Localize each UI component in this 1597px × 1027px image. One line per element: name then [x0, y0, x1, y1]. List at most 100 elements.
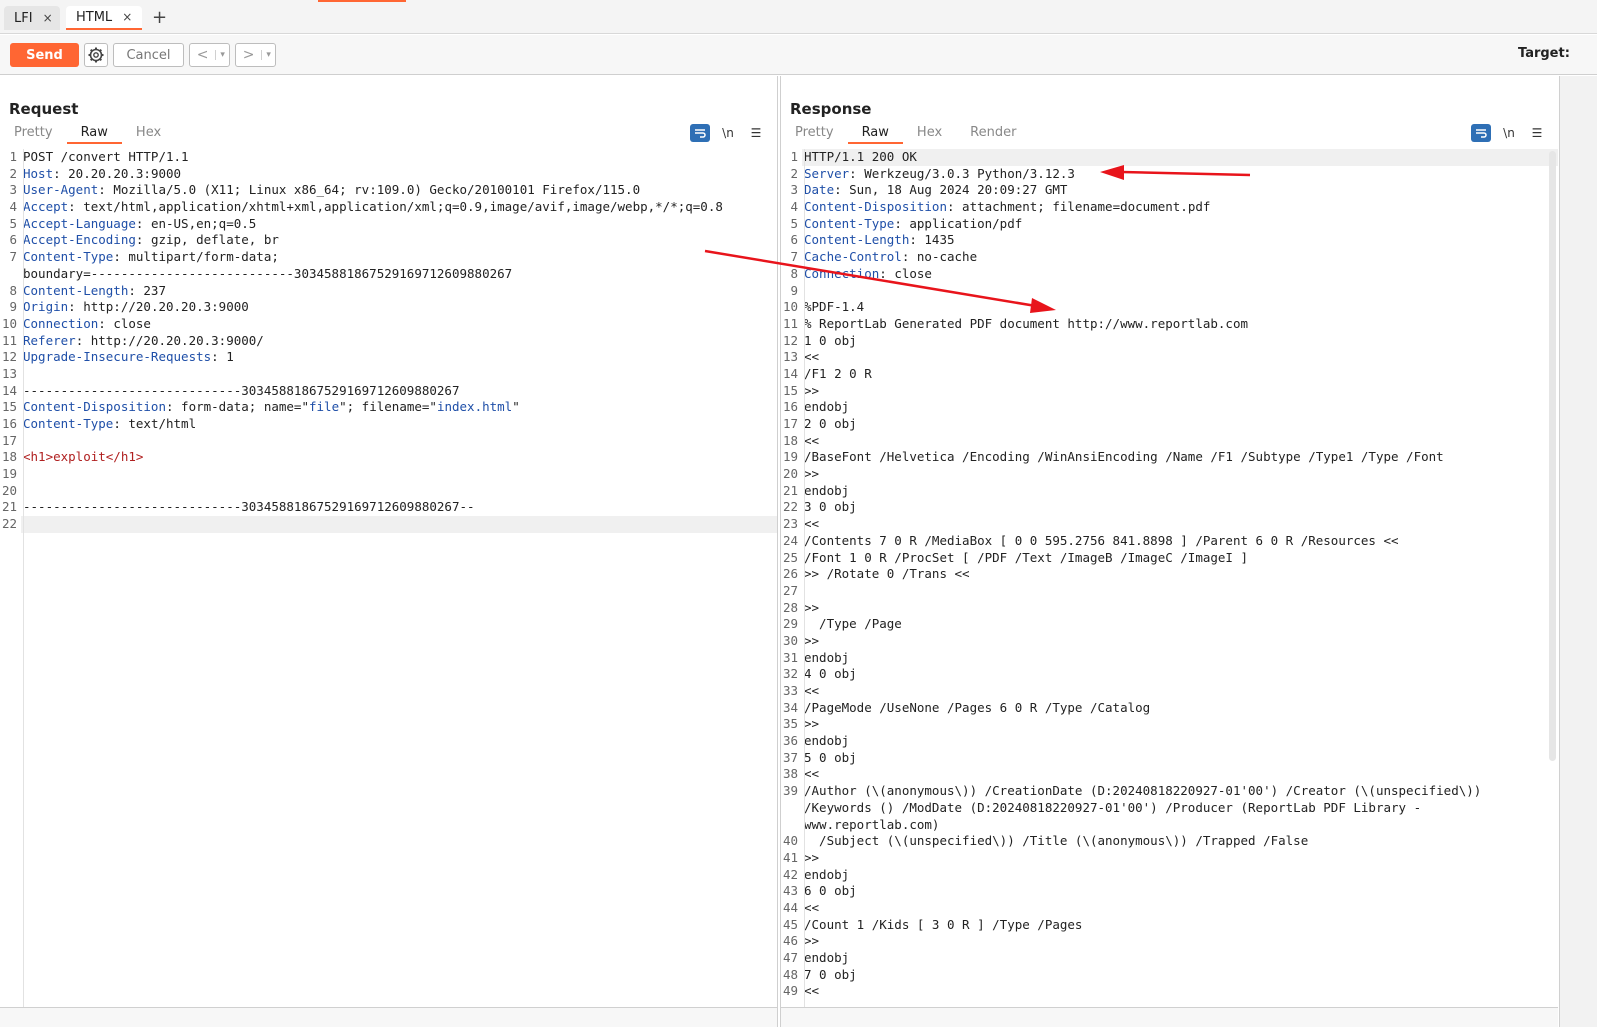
tab-hex[interactable]: Hex [903, 124, 956, 144]
code-line[interactable]: 1 POST /convert HTTP/1.1 [0, 149, 777, 166]
code-line[interactable]: 27 [781, 583, 1558, 600]
code-line[interactable]: 22 [0, 516, 777, 533]
code-line[interactable]: 13 [0, 366, 777, 383]
code-line[interactable]: www.reportlab.com) [781, 817, 1558, 834]
code-line[interactable]: 49 << [781, 983, 1558, 1000]
code-line[interactable]: 3 User-Agent: Mozilla/5.0 (X11; Linux x86… [0, 182, 777, 199]
code-line[interactable]: 1 HTTP/1.1 200 OK [781, 149, 1558, 166]
tab-raw[interactable]: Raw [847, 124, 903, 144]
code-line[interactable]: 18 <h1>exploit</h1> [0, 449, 777, 466]
code-line[interactable]: 17 2 0 obj [781, 416, 1558, 433]
code-line[interactable]: 15 Content-Disposition: form-data; name="… [0, 399, 777, 416]
code-line[interactable]: 7 Cache-Control: no-cache [781, 249, 1558, 266]
tab-render[interactable]: Render [956, 124, 1030, 144]
settings-button[interactable] [84, 43, 108, 67]
close-icon[interactable]: × [43, 11, 53, 25]
code-line[interactable]: 17 [0, 433, 777, 450]
code-line[interactable]: 25/Font 1 0 R /ProcSet [ /PDF /Text /Ima… [781, 550, 1558, 567]
chevron-down-icon[interactable]: ▾ [261, 50, 275, 60]
tab-html[interactable]: HTML × [66, 6, 142, 30]
code-line[interactable]: 6 Content-Length: 1435 [781, 232, 1558, 249]
tab-pretty[interactable]: Pretty [781, 124, 848, 144]
code-line[interactable]: 40 /Subject (\(unspecified\)) /Title (\(… [781, 833, 1558, 850]
newline-icon[interactable]: \n [718, 124, 738, 142]
code-line[interactable]: 44 << [781, 900, 1558, 917]
response-editor[interactable]: 1 HTTP/1.1 200 OK 2 Server: Werkzeug/3.0.3 … [781, 149, 1558, 1007]
code-line[interactable]: 14/F1 2 0 R [781, 366, 1558, 383]
code-line[interactable]: 41 >> [781, 850, 1558, 867]
code-line[interactable]: 15 >> [781, 383, 1558, 400]
code-line[interactable]: 12 Upgrade-Insecure-Requests: 1 [0, 349, 777, 366]
menu-icon[interactable]: ☰ [746, 124, 766, 142]
code-line[interactable]: 34/PageMode /UseNone /Pages 6 0 R /Type … [781, 700, 1558, 717]
code-line[interactable]: 36 endobj [781, 733, 1558, 750]
code-line[interactable]: boundary=---------------------------3034… [0, 266, 777, 283]
wrap-icon[interactable] [1471, 124, 1491, 142]
code-line[interactable]: 26 >> /Rotate 0 /Trans << [781, 566, 1558, 583]
code-line[interactable]: 4 Content-Disposition: attachment; filena… [781, 199, 1558, 216]
code-line[interactable]: 29 /Type /Page [781, 616, 1558, 633]
code-line[interactable]: 9 [781, 283, 1558, 300]
code-line[interactable]: 37 5 0 obj [781, 750, 1558, 767]
code-line[interactable]: 43 6 0 obj [781, 883, 1558, 900]
back-button[interactable]: < ▾ [189, 43, 230, 67]
code-line[interactable]: 16 Content-Type: text/html [0, 416, 777, 433]
tab-raw[interactable]: Raw [66, 124, 122, 144]
code-line[interactable]: 8 Content-Length: 237 [0, 283, 777, 300]
code-line[interactable]: /Keywords () /ModDate (D:20240818220927-… [781, 800, 1558, 817]
vertical-scrollbar[interactable] [1549, 151, 1556, 761]
tab-lfi[interactable]: LFI × [4, 6, 60, 30]
request-editor[interactable]: 1 POST /convert HTTP/1.1 2 Host: 20.20.20.3… [0, 149, 777, 1007]
code-line[interactable]: 46 >> [781, 933, 1558, 950]
code-line[interactable]: 9 Origin: http://20.20.20.3:9000 [0, 299, 777, 316]
code-line[interactable]: 13 << [781, 349, 1558, 366]
code-line[interactable]: 33 << [781, 683, 1558, 700]
code-line[interactable]: 19 [0, 466, 777, 483]
wrap-icon[interactable] [690, 124, 710, 142]
code-line[interactable]: 2 Server: Werkzeug/3.0.3 Python/3.12.3 [781, 166, 1558, 183]
plus-icon[interactable]: + [152, 7, 167, 28]
code-line[interactable]: 2 Host: 20.20.20.3:9000 [0, 166, 777, 183]
chevron-down-icon[interactable]: ▾ [215, 50, 229, 60]
code-line[interactable]: 24/Contents 7 0 R /MediaBox [ 0 0 595.27… [781, 533, 1558, 550]
code-line[interactable]: 20 >> [781, 466, 1558, 483]
code-line[interactable]: 19/BaseFont /Helvetica /Encoding /WinAns… [781, 449, 1558, 466]
code-line[interactable]: 10 %PDF-1.4 [781, 299, 1558, 316]
code-line[interactable]: 21 endobj [781, 483, 1558, 500]
code-line[interactable]: 3 Date: Sun, 18 Aug 2024 20:09:27 GMT [781, 182, 1558, 199]
code-line[interactable]: 32 4 0 obj [781, 666, 1558, 683]
code-line[interactable]: 22 3 0 obj [781, 499, 1558, 516]
menu-icon[interactable]: ☰ [1527, 124, 1547, 142]
cancel-button[interactable]: Cancel [113, 43, 184, 67]
code-line[interactable]: 11 Referer: http://20.20.20.3:9000/ [0, 333, 777, 350]
code-line[interactable]: 21 -----------------------------303458818… [0, 499, 777, 516]
tab-pretty[interactable]: Pretty [0, 124, 67, 144]
code-line[interactable]: 5 Content-Type: application/pdf [781, 216, 1558, 233]
code-line[interactable]: 12 1 0 obj [781, 333, 1558, 350]
code-line[interactable]: 31 endobj [781, 650, 1558, 667]
code-line[interactable]: 14 -----------------------------303458818… [0, 383, 777, 400]
code-line[interactable]: 28 >> [781, 600, 1558, 617]
code-line[interactable]: 35 >> [781, 716, 1558, 733]
code-line[interactable]: 45/Count 1 /Kids [ 3 0 R ] /Type /Pages [781, 917, 1558, 934]
code-line[interactable]: 39/Author (\(anonymous\)) /CreationDate … [781, 783, 1558, 800]
code-line[interactable]: 5 Accept-Language: en-US,en;q=0.5 [0, 216, 777, 233]
code-line[interactable]: 11 % ReportLab Generated PDF document htt… [781, 316, 1558, 333]
code-line[interactable]: 16 endobj [781, 399, 1558, 416]
code-line[interactable]: 8 Connection: close [781, 266, 1558, 283]
code-line[interactable]: 10 Connection: close [0, 316, 777, 333]
code-line[interactable]: 4 Accept: text/html,application/xhtml+xml… [0, 199, 777, 216]
code-line[interactable]: 7 Content-Type: multipart/form-data; [0, 249, 777, 266]
code-line[interactable]: 23 << [781, 516, 1558, 533]
code-line[interactable]: 20 [0, 483, 777, 500]
code-line[interactable]: 47 endobj [781, 950, 1558, 967]
send-button[interactable]: Send [10, 43, 79, 67]
newline-icon[interactable]: \n [1499, 124, 1519, 142]
code-line[interactable]: 6 Accept-Encoding: gzip, deflate, br [0, 232, 777, 249]
code-line[interactable]: 30 >> [781, 633, 1558, 650]
code-line[interactable]: 18 << [781, 433, 1558, 450]
code-line[interactable]: 42 endobj [781, 867, 1558, 884]
code-line[interactable]: 48 7 0 obj [781, 967, 1558, 984]
close-icon[interactable]: × [122, 10, 132, 24]
forward-button[interactable]: > ▾ [235, 43, 276, 67]
